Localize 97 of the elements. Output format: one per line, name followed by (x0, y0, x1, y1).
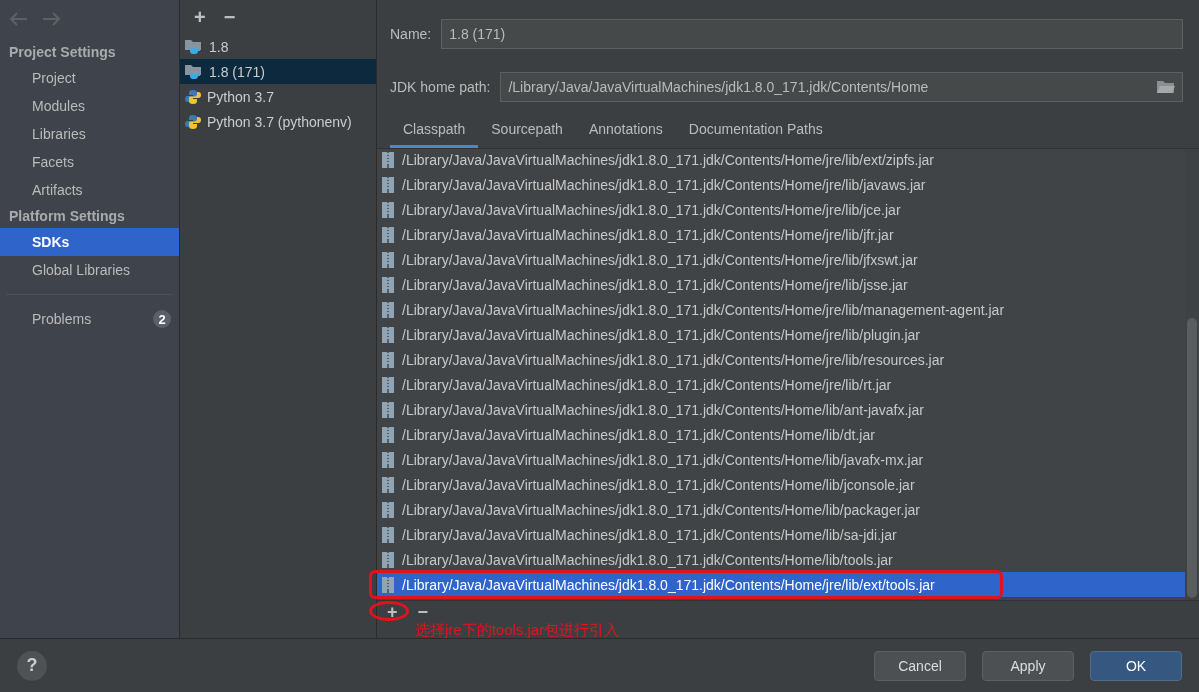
sidebar-item[interactable]: Libraries (0, 120, 179, 148)
jar-path: /Library/Java/JavaVirtualMachines/jdk1.8.0_171.jdk/Contents/Home/lib/jconsole.jar (402, 476, 915, 493)
remove-button[interactable]: − (413, 604, 433, 620)
add-button[interactable]: + (190, 7, 210, 27)
classpath-row[interactable]: /Library/Java/JavaVirtualMachines/jdk1.8.0_171.jdk/Contents/Home/lib/packager.jar (377, 497, 1185, 522)
forward-arrow-icon[interactable] (42, 12, 60, 26)
classpath-row[interactable]: /Library/Java/JavaVirtualMachines/jdk1.8.0_171.jdk/Contents/Home/jre/lib/jce.jar (377, 197, 1185, 222)
jar-icon (382, 301, 394, 318)
jar-path: /Library/Java/JavaVirtualMachines/jdk1.8.0_171.jdk/Contents/Home/lib/ant-javafx.jar (402, 401, 924, 418)
classpath-row[interactable]: /Library/Java/JavaVirtualMachines/jdk1.8.0_171.jdk/Contents/Home/lib/jconsole.jar (377, 472, 1185, 497)
classpath-row[interactable]: /Library/Java/JavaVirtualMachines/jdk1.8.0_171.jdk/Contents/Home/jre/lib/jfxswt.jar (377, 247, 1185, 272)
classpath-row[interactable]: /Library/Java/JavaVirtualMachines/jdk1.8.0_171.jdk/Contents/Home/lib/tools.jar (377, 547, 1185, 572)
tab[interactable]: Annotations (575, 116, 676, 148)
sdk-name: Python 3.7 (207, 88, 274, 105)
python-icon (185, 113, 201, 130)
sdk-item[interactable]: 1.8 (171) (180, 59, 376, 84)
jar-path: /Library/Java/JavaVirtualMachines/jdk1.8.0_171.jdk/Contents/Home/lib/tools.jar (402, 551, 893, 568)
jar-icon (382, 551, 394, 568)
sidebar-item[interactable]: Problems (32, 311, 92, 327)
sdk-item[interactable]: Python 3.7 (pythonenv) (180, 109, 376, 134)
sdk-item[interactable]: Python 3.7 (180, 84, 376, 109)
classpath-row[interactable]: /Library/Java/JavaVirtualMachines/jdk1.8.0_171.jdk/Contents/Home/jre/lib/ext/zipfs.jar (377, 149, 1185, 172)
field-label: JDK home path: (390, 79, 491, 95)
sidebar-item[interactable]: Artifacts (0, 176, 179, 204)
annotation-text: 选择jre下的tools.jar包进行引入 (415, 621, 620, 638)
folder-cup-icon (185, 38, 203, 55)
sidebar-item[interactable]: Project (0, 64, 179, 92)
jar-path: /Library/Java/JavaVirtualMachines/jdk1.8.0_171.jdk/Contents/Home/jre/lib/jfr.jar (402, 226, 894, 243)
jar-icon (382, 526, 394, 543)
classpath-row[interactable]: /Library/Java/JavaVirtualMachines/jdk1.8.0_171.jdk/Contents/Home/lib/sa-jdi.jar (377, 522, 1185, 547)
sdk-item[interactable]: 1.8 (180, 34, 376, 59)
classpath-row[interactable]: /Library/Java/JavaVirtualMachines/jdk1.8.0_171.jdk/Contents/Home/jre/lib/javaws.jar (377, 172, 1185, 197)
jar-path: /Library/Java/JavaVirtualMachines/jdk1.8.0_171.jdk/Contents/Home/lib/sa-jdi.jar (402, 526, 897, 543)
jar-icon (382, 426, 394, 443)
sidebar-item[interactable]: Global Libraries (0, 256, 179, 284)
jar-path: /Library/Java/JavaVirtualMachines/jdk1.8.0_171.jdk/Contents/Home/jre/lib/jce.jar (402, 201, 901, 218)
jar-path: /Library/Java/JavaVirtualMachines/jdk1.8.0_171.jdk/Contents/Home/lib/javafx-mx.jar (402, 451, 924, 468)
jar-icon (382, 401, 394, 418)
jar-icon (382, 276, 394, 293)
remove-button[interactable]: − (219, 7, 240, 27)
jar-icon (382, 326, 394, 343)
classpath-row[interactable]: /Library/Java/JavaVirtualMachines/jdk1.8.0_171.jdk/Contents/Home/lib/javafx-mx.jar (377, 447, 1185, 472)
back-arrow-icon[interactable] (10, 12, 28, 26)
tab[interactable]: Sourcepath (478, 116, 576, 148)
jar-icon (382, 201, 394, 218)
python-icon (185, 88, 201, 105)
sidebar-item[interactable]: Modules (0, 92, 179, 120)
classpath-row[interactable]: /Library/Java/JavaVirtualMachines/jdk1.8.0_171.jdk/Contents/Home/jre/lib/resources.jar (377, 347, 1185, 372)
jar-icon (382, 576, 394, 593)
jar-icon (382, 501, 394, 518)
jar-icon (382, 176, 394, 193)
jar-path: /Library/Java/JavaVirtualMachines/jdk1.8.0_171.jdk/Contents/Home/jre/lib/plugin.jar (402, 326, 920, 343)
name-field[interactable]: 1.8 (171) (441, 19, 1183, 49)
sdk-name: 1.8 (171) (209, 63, 266, 80)
jar-icon (382, 151, 394, 168)
folder-cup-icon (185, 63, 203, 80)
jar-path: /Library/Java/JavaVirtualMachines/jdk1.8.0_171.jdk/Contents/Home/jre/lib/rt.jar (402, 376, 892, 393)
jar-icon (382, 226, 394, 243)
classpath-row[interactable]: /Library/Java/JavaVirtualMachines/jdk1.8.0_171.jdk/Contents/Home/jre/lib/jfr.jar (377, 222, 1185, 247)
jar-path: /Library/Java/JavaVirtualMachines/jdk1.8.0_171.jdk/Contents/Home/jre/lib/javaws.jar (402, 176, 926, 193)
tab[interactable]: Documentation Paths (675, 116, 836, 148)
help-button[interactable]: ? (17, 650, 47, 681)
classpath-row[interactable]: /Library/Java/JavaVirtualMachines/jdk1.8.0_171.jdk/Contents/Home/jre/lib/management-agent.jar (377, 297, 1185, 322)
classpath-row[interactable]: /Library/Java/JavaVirtualMachines/jdk1.8.0_171.jdk/Contents/Home/jre/lib/plugin.jar (377, 322, 1185, 347)
jar-path: /Library/Java/JavaVirtualMachines/jdk1.8.0_171.jdk/Contents/Home/lib/dt.jar (402, 426, 875, 443)
jar-path: /Library/Java/JavaVirtualMachines/jdk1.8.0_171.jdk/Contents/Home/lib/packager.jar (402, 501, 921, 518)
jar-path: /Library/Java/JavaVirtualMachines/jdk1.8.0_171.jdk/Contents/Home/jre/lib/management-agent.jar (402, 301, 1005, 318)
jar-path: /Library/Java/JavaVirtualMachines/jdk1.8.0_171.jdk/Contents/Home/jre/lib/jfxswt.jar (402, 251, 918, 268)
jar-icon (382, 351, 394, 368)
count-badge: 2 (153, 310, 171, 328)
section-header: Project Settings (8, 43, 117, 62)
path-field[interactable]: /Library/Java/JavaVirtualMachines/jdk1.8.0_171.jdk/Contents/Home (500, 72, 1183, 102)
field-label: Name: (390, 26, 432, 42)
dialog-button[interactable]: Cancel (874, 650, 966, 681)
highlight-ellipse (369, 601, 409, 621)
jar-icon (382, 251, 394, 268)
jar-icon (382, 376, 394, 393)
sidebar-item[interactable]: Facets (0, 148, 179, 176)
scrollbar-thumb[interactable] (1187, 318, 1197, 598)
folder-icon[interactable] (1157, 80, 1175, 94)
section-header: Platform Settings (8, 207, 126, 226)
sdk-name: 1.8 (209, 38, 229, 55)
classpath-row[interactable]: /Library/Java/JavaVirtualMachines/jdk1.8.0_171.jdk/Contents/Home/lib/ant-javafx.jar (377, 397, 1185, 422)
dialog-button[interactable]: OK (1090, 650, 1182, 681)
classpath-row[interactable]: /Library/Java/JavaVirtualMachines/jdk1.8.0_171.jdk/Contents/Home/jre/lib/jsse.jar (377, 272, 1185, 297)
jar-icon (382, 451, 394, 468)
add-button[interactable]: + (383, 604, 402, 620)
dialog-button[interactable]: Apply (982, 650, 1074, 681)
classpath-row[interactable]: /Library/Java/JavaVirtualMachines/jdk1.8.0_171.jdk/Contents/Home/lib/dt.jar (377, 422, 1185, 447)
jar-path: /Library/Java/JavaVirtualMachines/jdk1.8.0_171.jdk/Contents/Home/jre/lib/ext/zipfs.jar (402, 151, 934, 168)
jar-path: /Library/Java/JavaVirtualMachines/jdk1.8.0_171.jdk/Contents/Home/jre/lib/jsse.jar (402, 276, 908, 293)
jar-icon (382, 476, 394, 493)
jar-path: /Library/Java/JavaVirtualMachines/jdk1.8.0_171.jdk/Contents/Home/jre/lib/ext/tools.jar (402, 576, 935, 593)
sidebar-item[interactable]: SDKs (0, 228, 179, 256)
classpath-row[interactable]: /Library/Java/JavaVirtualMachines/jdk1.8.0_171.jdk/Contents/Home/jre/lib/rt.jar (377, 372, 1185, 397)
sdk-name: Python 3.7 (pythonenv) (207, 113, 352, 130)
jar-path: /Library/Java/JavaVirtualMachines/jdk1.8.0_171.jdk/Contents/Home/jre/lib/resources.jar (402, 351, 945, 368)
